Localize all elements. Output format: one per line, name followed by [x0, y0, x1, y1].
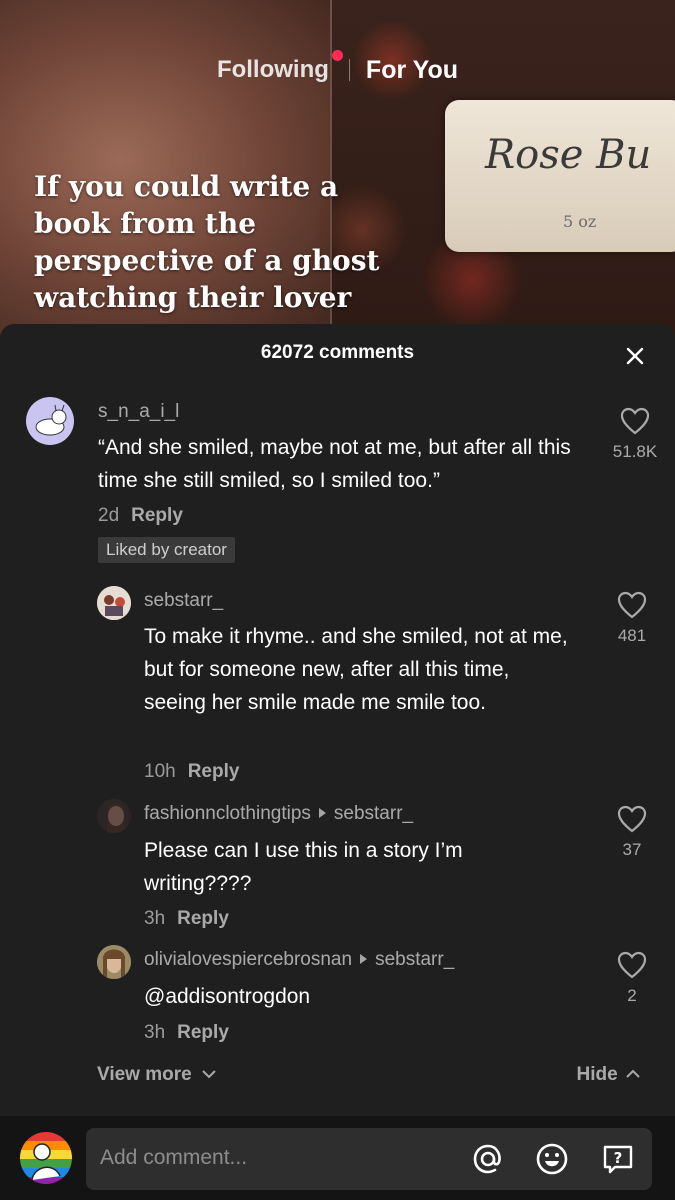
heart-icon	[617, 951, 647, 979]
avatar[interactable]	[97, 586, 131, 620]
comment-username: fashionnclothingtips sebstarr_	[144, 803, 413, 825]
like-button[interactable]: 51.8K	[600, 407, 670, 462]
like-button[interactable]: 481	[597, 591, 667, 646]
like-count: 51.8K	[612, 442, 658, 461]
emoji-icon[interactable]	[534, 1141, 570, 1177]
jar-label-text: Rose Bu	[485, 132, 652, 178]
tab-divider	[348, 59, 350, 81]
jar-label: Rose Bu 5 oz	[445, 100, 675, 252]
comment-input-placeholder: Add comment...	[100, 1146, 248, 1169]
reply-author[interactable]: fashionnclothingtips	[144, 803, 311, 824]
video-caption: If you could write a book from the persp…	[34, 170, 380, 314]
reply-button[interactable]: Reply	[177, 908, 229, 929]
reply-button[interactable]: Reply	[131, 505, 183, 526]
close-button[interactable]	[621, 342, 649, 370]
hide-label: Hide	[576, 1064, 618, 1085]
feed-tabs: Following For You	[0, 50, 675, 90]
reply-target[interactable]: sebstarr_	[375, 949, 454, 970]
liked-by-creator-badge: Liked by creator	[98, 537, 235, 563]
comment-meta: 3h Reply	[144, 1022, 229, 1044]
close-icon	[626, 347, 644, 365]
view-more-label: View more	[97, 1064, 192, 1085]
like-count: 481	[617, 626, 647, 645]
notification-dot	[331, 50, 343, 61]
comment-time: 2d	[98, 505, 120, 526]
heart-icon	[620, 407, 650, 435]
comment-text: “And she smiled, maybe not at me, but af…	[98, 436, 571, 492]
comment-username[interactable]: sebstarr_	[144, 590, 223, 612]
chevron-down-icon	[202, 1070, 216, 1079]
comment-input-bar: Add comment... ?	[0, 1116, 675, 1200]
comment-meta: 2d Reply	[98, 505, 183, 527]
svg-text:?: ?	[614, 1149, 623, 1167]
comment-input[interactable]: Add comment... ?	[86, 1128, 652, 1190]
like-button[interactable]: 37	[597, 805, 667, 860]
comment-text: @addisontrogdon	[144, 985, 311, 1008]
comment-username: olivialovespiercebrosnan sebstarr_	[144, 949, 454, 971]
like-count: 37	[622, 840, 642, 859]
heart-icon	[617, 805, 647, 833]
comments-count: 62072 comments	[260, 342, 415, 363]
like-count: 2	[627, 986, 637, 1005]
comment-time: 10h	[144, 761, 176, 782]
tab-following-label: Following	[216, 56, 329, 83]
mention-icon[interactable]	[470, 1141, 506, 1177]
reply-button[interactable]: Reply	[188, 761, 240, 782]
reply-button[interactable]: Reply	[177, 1022, 229, 1043]
video-player[interactable]: Rose Bu 5 oz Following For You If you co…	[0, 0, 675, 340]
reply-author[interactable]: olivialovespiercebrosnan	[144, 949, 352, 970]
comment-username[interactable]: s_n_a_i_l	[98, 401, 179, 423]
jar-label-weight: 5 oz	[563, 212, 597, 231]
chevron-up-icon	[626, 1069, 640, 1078]
heart-icon	[617, 591, 647, 619]
like-button[interactable]: 2	[597, 951, 667, 1006]
reply-arrow-icon	[318, 808, 326, 818]
avatar[interactable]	[97, 945, 131, 979]
avatar[interactable]	[97, 799, 131, 833]
avatar[interactable]	[26, 397, 74, 445]
view-more-button[interactable]: View more	[97, 1064, 217, 1086]
comment-meta: 10h Reply	[144, 761, 239, 783]
comment-text: Please can I use this in a story I’m wri…	[144, 839, 463, 895]
hide-button[interactable]: Hide	[577, 1064, 641, 1086]
reply-target[interactable]: sebstarr_	[334, 803, 413, 824]
reply-arrow-icon	[360, 954, 368, 964]
comment-time: 3h	[144, 1022, 166, 1043]
tab-for-you[interactable]: For You	[366, 56, 458, 85]
comment-meta: 3h Reply	[144, 908, 229, 930]
question-icon[interactable]: ?	[600, 1141, 636, 1177]
tab-following[interactable]: Following	[216, 50, 345, 84]
my-avatar[interactable]	[20, 1132, 72, 1184]
comment-time: 3h	[144, 908, 166, 929]
comment-text: To make it rhyme.. and she smiled, not a…	[144, 625, 568, 714]
